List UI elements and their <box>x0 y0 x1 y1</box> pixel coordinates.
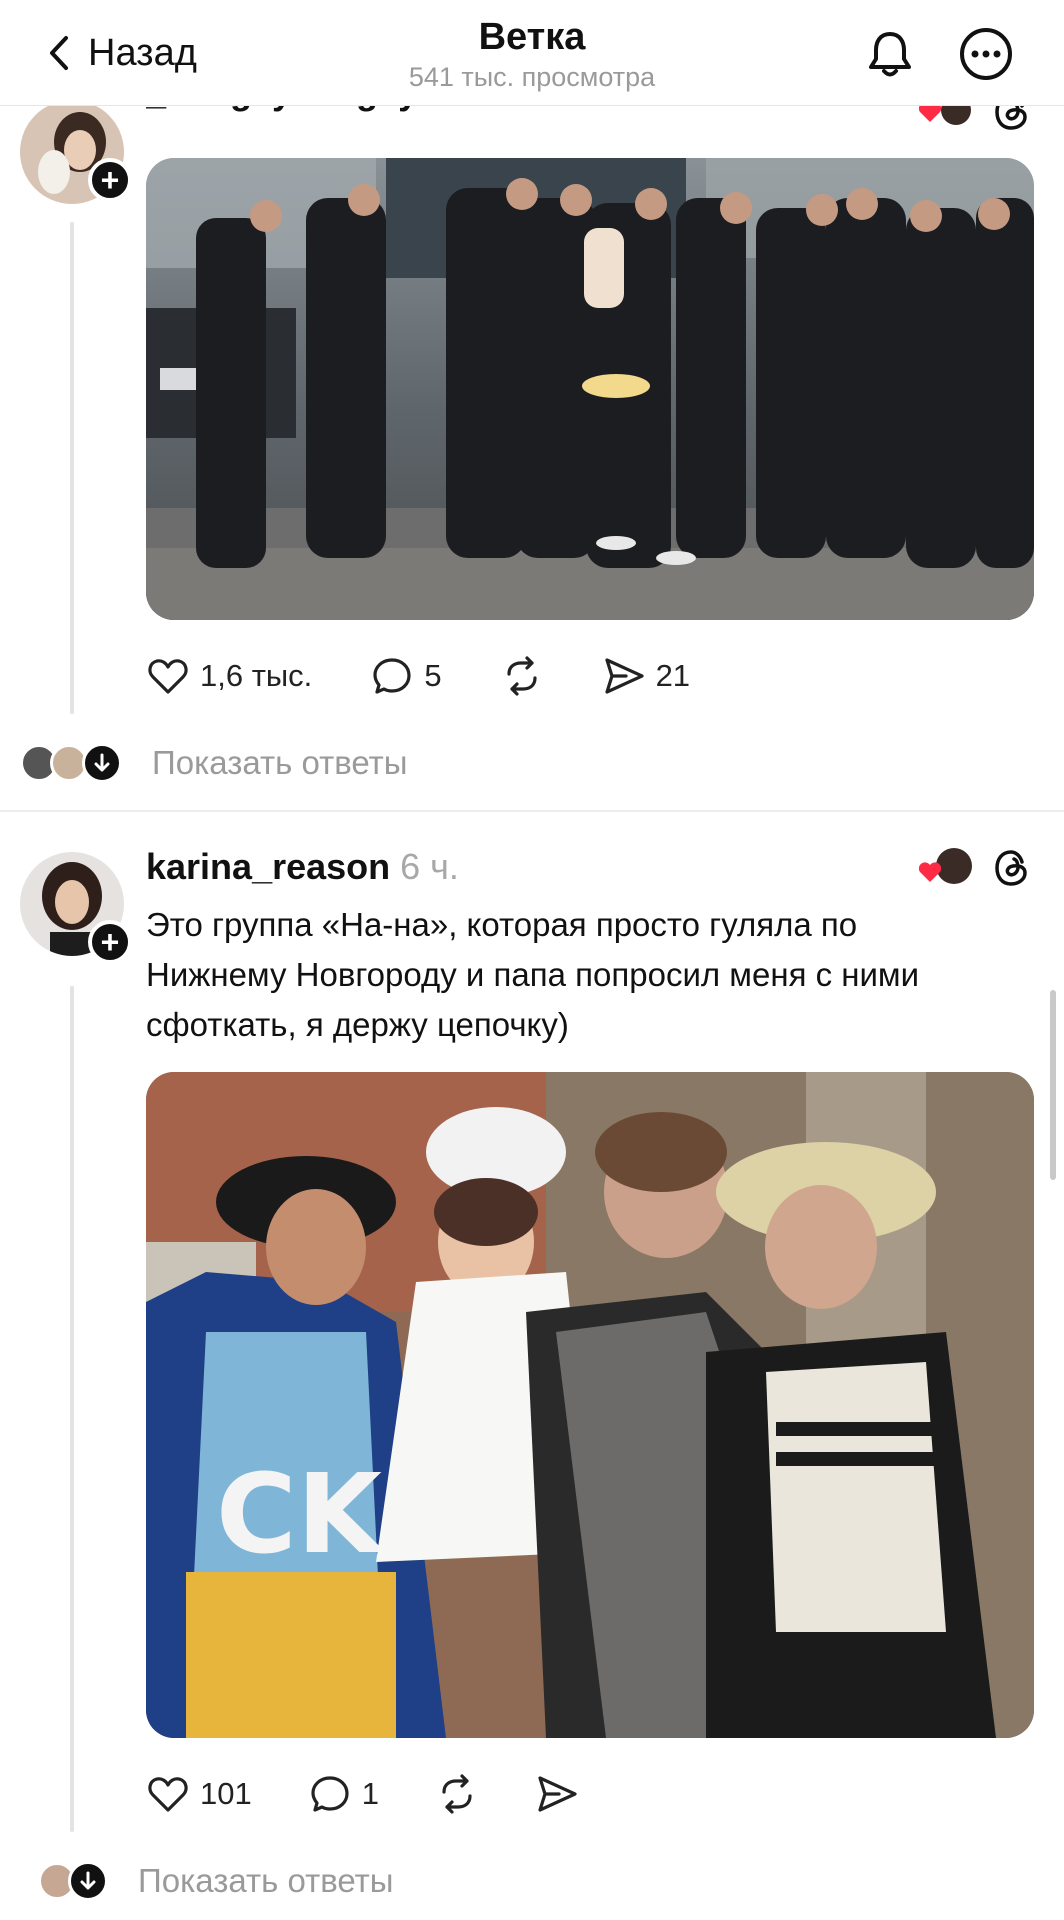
comment-button[interactable]: 1 <box>308 1772 379 1816</box>
share-icon <box>538 1776 577 1812</box>
like-button[interactable]: 1,6 тыс. <box>146 654 312 698</box>
scrollbar[interactable] <box>1050 990 1056 1180</box>
like-button[interactable]: 101 <box>146 1772 252 1816</box>
repost-icon <box>506 656 537 696</box>
post-text-line: Нижнему Новгороду и папа попросил меня с… <box>146 956 920 993</box>
share-button[interactable] <box>535 1772 579 1816</box>
like-count: 101 <box>200 1776 252 1811</box>
repost-button[interactable] <box>500 654 544 698</box>
plus-icon[interactable]: + <box>88 920 132 964</box>
comment-icon <box>311 1776 349 1812</box>
repost-icon <box>442 1774 472 1814</box>
username[interactable]: karina_reason <box>146 846 390 887</box>
thread-line <box>70 986 74 1832</box>
post-header: karina_reason 6 ч. <box>146 846 459 888</box>
share-button[interactable]: 21 <box>602 654 690 698</box>
photo-group-of-men <box>146 158 1034 620</box>
liked-by-badge <box>918 848 972 884</box>
show-replies-link[interactable]: Показать ответы <box>152 744 407 782</box>
share-count: 21 <box>655 658 691 693</box>
comment-count: 1 <box>361 1776 379 1811</box>
svg-text:CK: CK <box>216 1450 386 1578</box>
divider <box>0 810 1064 812</box>
post-actions: 1,6 тыс. 5 21 <box>146 654 690 698</box>
post-photo[interactable] <box>146 158 1034 620</box>
comment-icon <box>373 658 411 694</box>
heart-icon <box>148 1777 188 1812</box>
like-count: 1,6 тыс. <box>200 658 313 693</box>
repost-button[interactable] <box>435 1772 479 1816</box>
comment-button[interactable]: 5 <box>370 654 442 698</box>
post-photo[interactable]: CK <box>146 1072 1034 1738</box>
heart-icon <box>148 659 188 694</box>
post-time: 6 ч. <box>400 846 459 887</box>
thread-line <box>70 222 74 714</box>
share-icon <box>604 658 644 694</box>
arrow-down-icon <box>68 1861 108 1901</box>
arrow-down-icon <box>82 743 122 783</box>
post-text: Это группа «На-на», которая просто гулял… <box>146 900 1046 1050</box>
post-text-line: Это группа «На-на», которая просто гулял… <box>146 906 858 943</box>
photo-band-with-child: CK <box>146 1072 1034 1738</box>
post-actions: 101 1 <box>146 1772 579 1816</box>
bell-icon[interactable] <box>862 26 918 82</box>
show-replies-link[interactable]: Показать ответы <box>138 1862 393 1900</box>
header: Назад Ветка 541 тыс. просмотра <box>0 0 1064 106</box>
comment-count: 5 <box>424 658 442 693</box>
plus-icon[interactable]: + <box>88 158 132 202</box>
more-icon[interactable] <box>958 26 1014 82</box>
post-text-line: сфоткать, я держу цепочку) <box>146 1006 569 1043</box>
threads-icon[interactable] <box>992 848 1032 888</box>
